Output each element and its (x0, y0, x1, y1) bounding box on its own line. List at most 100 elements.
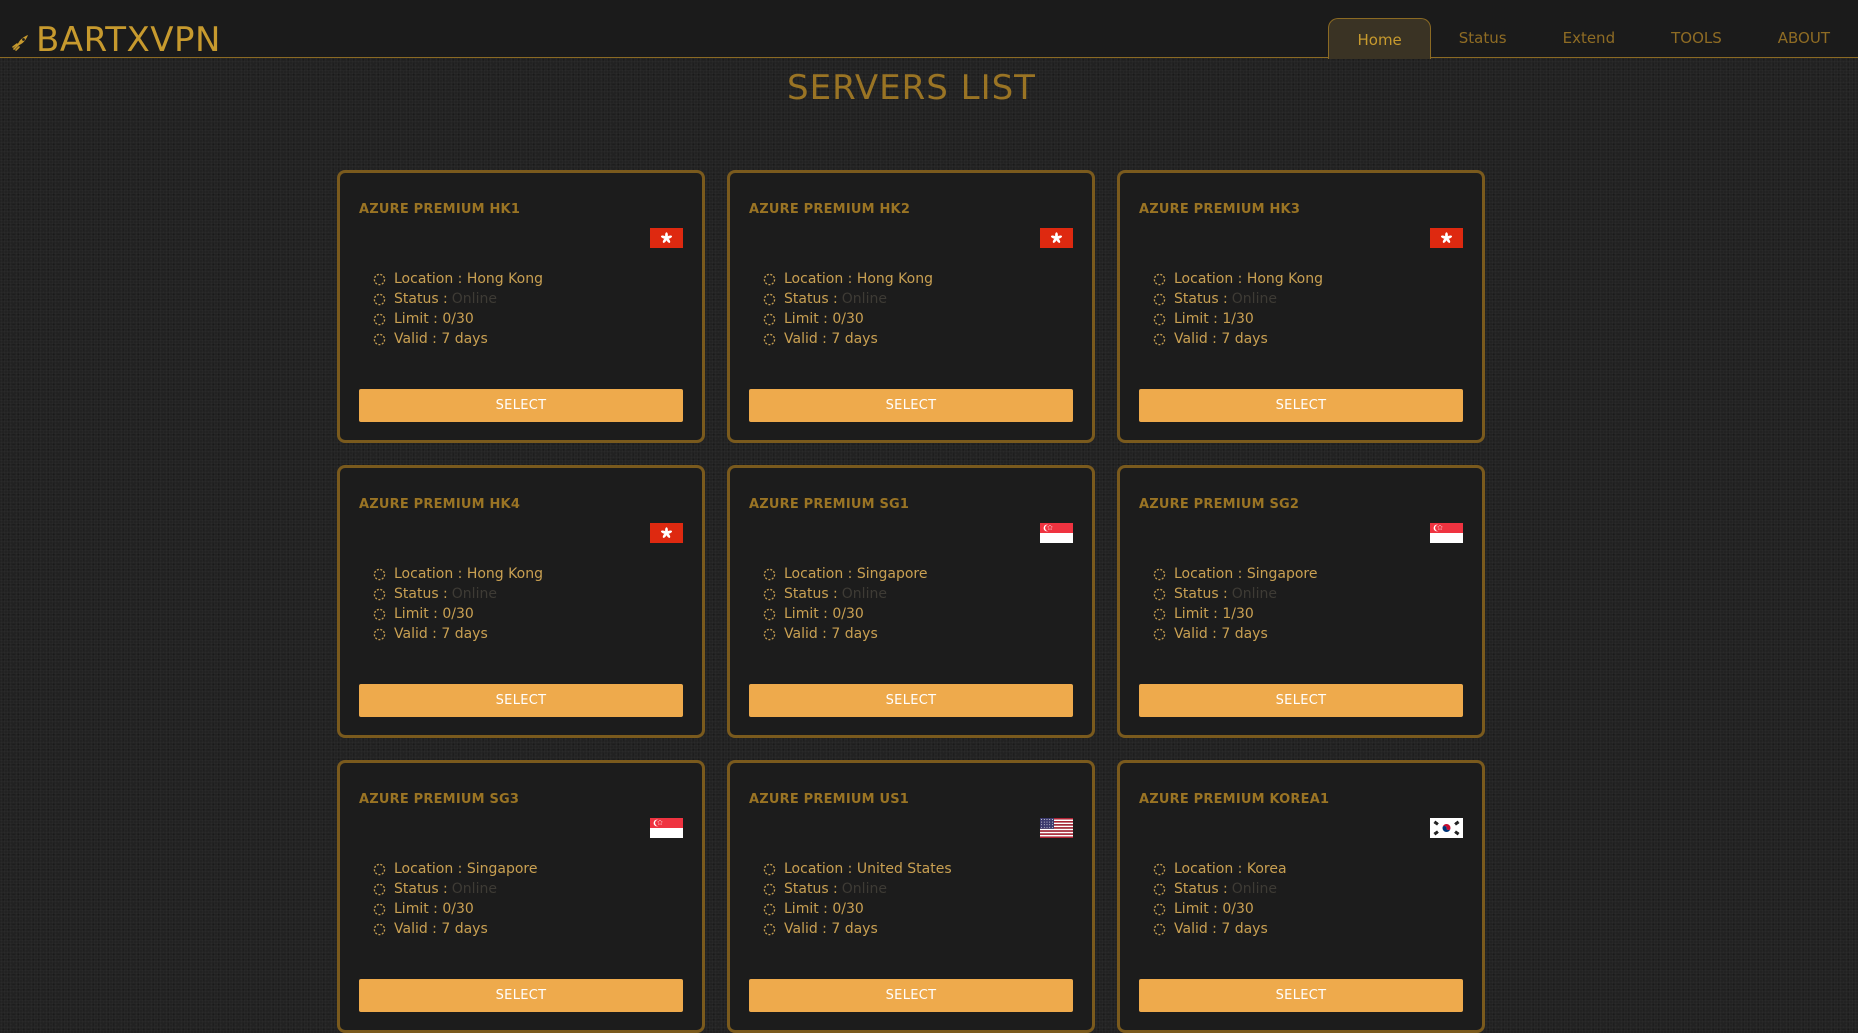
valid-row: Valid : 7 days (1153, 919, 1287, 939)
status-label: Status : (784, 881, 838, 897)
nav-home[interactable]: Home (1328, 18, 1431, 59)
spinner-icon (1153, 883, 1166, 895)
limit-value: 0/30 (1222, 901, 1254, 917)
valid-value: 7 days (1221, 921, 1268, 937)
status-row: Status : Online (1153, 289, 1323, 309)
location-label: Location : (784, 271, 853, 287)
select-button[interactable]: SELECT (749, 389, 1073, 422)
valid-value: 7 days (831, 331, 878, 347)
limit-value: 0/30 (442, 901, 474, 917)
server-card: AZURE PREMIUM HK1 Location : Hong Kong S… (337, 170, 705, 443)
spinner-icon (763, 903, 776, 915)
select-button[interactable]: SELECT (749, 684, 1073, 717)
location-label: Location : (784, 861, 853, 877)
status-label: Status : (1174, 881, 1228, 897)
location-value: Korea (1246, 861, 1287, 877)
limit-row: Limit : 0/30 (763, 899, 952, 919)
location-row: Location : Korea (1153, 859, 1287, 879)
spinner-icon (373, 273, 386, 285)
valid-row: Valid : 7 days (1153, 329, 1323, 349)
server-name: AZURE PREMIUM SG1 (749, 497, 910, 512)
location-label: Location : (784, 566, 853, 582)
server-info-list: Location : Singapore Status : Online Limi… (763, 564, 927, 644)
valid-label: Valid : (1174, 921, 1217, 937)
valid-row: Valid : 7 days (373, 329, 543, 349)
status-value: Online (841, 586, 887, 602)
status-value: Online (451, 881, 497, 897)
location-value: Hong Kong (1246, 271, 1323, 287)
limit-value: 0/30 (832, 901, 864, 917)
limit-label: Limit : (784, 311, 828, 327)
brand-name: BARTXVPN (36, 20, 221, 60)
brand[interactable]: BARTXVPN (10, 20, 221, 60)
limit-row: Limit : 0/30 (763, 604, 927, 624)
valid-value: 7 days (441, 921, 488, 937)
nav-status[interactable]: Status (1431, 18, 1535, 58)
limit-label: Limit : (1174, 606, 1218, 622)
server-name: AZURE PREMIUM SG2 (1139, 497, 1300, 512)
select-button[interactable]: SELECT (359, 979, 683, 1012)
status-row: Status : Online (373, 289, 543, 309)
server-info-list: Location : Hong Kong Status : Online Limi… (1153, 269, 1323, 349)
limit-row: Limit : 0/30 (373, 899, 537, 919)
servers-grid: AZURE PREMIUM HK1 Location : Hong Kong S… (337, 170, 1487, 1033)
hong-kong-flag (650, 523, 683, 543)
hong-kong-flag (1040, 228, 1073, 248)
limit-label: Limit : (1174, 901, 1218, 917)
valid-value: 7 days (1221, 626, 1268, 642)
valid-label: Valid : (784, 331, 827, 347)
select-button[interactable]: SELECT (1139, 979, 1463, 1012)
status-label: Status : (1174, 586, 1228, 602)
limit-value: 1/30 (1222, 606, 1254, 622)
spinner-icon (763, 588, 776, 600)
spinner-icon (373, 293, 386, 305)
status-row: Status : Online (1153, 879, 1287, 899)
valid-label: Valid : (784, 626, 827, 642)
main-nav: Home Status Extend TOOLS ABOUT (1328, 18, 1858, 59)
select-button[interactable]: SELECT (359, 389, 683, 422)
valid-value: 7 days (441, 626, 488, 642)
status-value: Online (841, 881, 887, 897)
location-value: Hong Kong (466, 271, 543, 287)
page-title: SERVERS LIST (787, 68, 1036, 108)
limit-value: 0/30 (832, 311, 864, 327)
select-button[interactable]: SELECT (359, 684, 683, 717)
united-states-flag (1040, 818, 1073, 838)
status-value: Online (1231, 881, 1277, 897)
select-button[interactable]: SELECT (1139, 684, 1463, 717)
nav-tools[interactable]: TOOLS (1643, 18, 1750, 58)
server-name: AZURE PREMIUM US1 (749, 792, 910, 807)
select-button[interactable]: SELECT (749, 979, 1073, 1012)
singapore-flag (1040, 523, 1073, 543)
spinner-icon (1153, 273, 1166, 285)
server-card: AZURE PREMIUM SG1 Location : Singapore S… (727, 465, 1095, 738)
nav-about[interactable]: ABOUT (1750, 18, 1858, 58)
status-row: Status : Online (373, 584, 543, 604)
status-label: Status : (394, 881, 448, 897)
location-label: Location : (1174, 861, 1243, 877)
location-value: Hong Kong (466, 566, 543, 582)
select-button[interactable]: SELECT (1139, 389, 1463, 422)
spinner-icon (373, 863, 386, 875)
top-bar: BARTXVPN Home Status Extend TOOLS ABOUT (0, 0, 1858, 60)
valid-row: Valid : 7 days (763, 919, 952, 939)
location-label: Location : (1174, 566, 1243, 582)
limit-label: Limit : (784, 901, 828, 917)
spinner-icon (373, 628, 386, 640)
server-card: AZURE PREMIUM KOREA1 Location : Korea St… (1117, 760, 1485, 1033)
status-value: Online (451, 586, 497, 602)
spinner-icon (373, 568, 386, 580)
valid-value: 7 days (441, 331, 488, 347)
spinner-icon (763, 883, 776, 895)
limit-row: Limit : 1/30 (1153, 309, 1323, 329)
nav-extend[interactable]: Extend (1535, 18, 1644, 58)
status-value: Online (1231, 586, 1277, 602)
server-name: AZURE PREMIUM HK2 (749, 202, 911, 217)
location-value: Singapore (466, 861, 538, 877)
status-value: Online (841, 291, 887, 307)
spinner-icon (1153, 863, 1166, 875)
limit-label: Limit : (394, 901, 438, 917)
limit-label: Limit : (394, 606, 438, 622)
limit-row: Limit : 0/30 (373, 604, 543, 624)
status-row: Status : Online (373, 879, 537, 899)
